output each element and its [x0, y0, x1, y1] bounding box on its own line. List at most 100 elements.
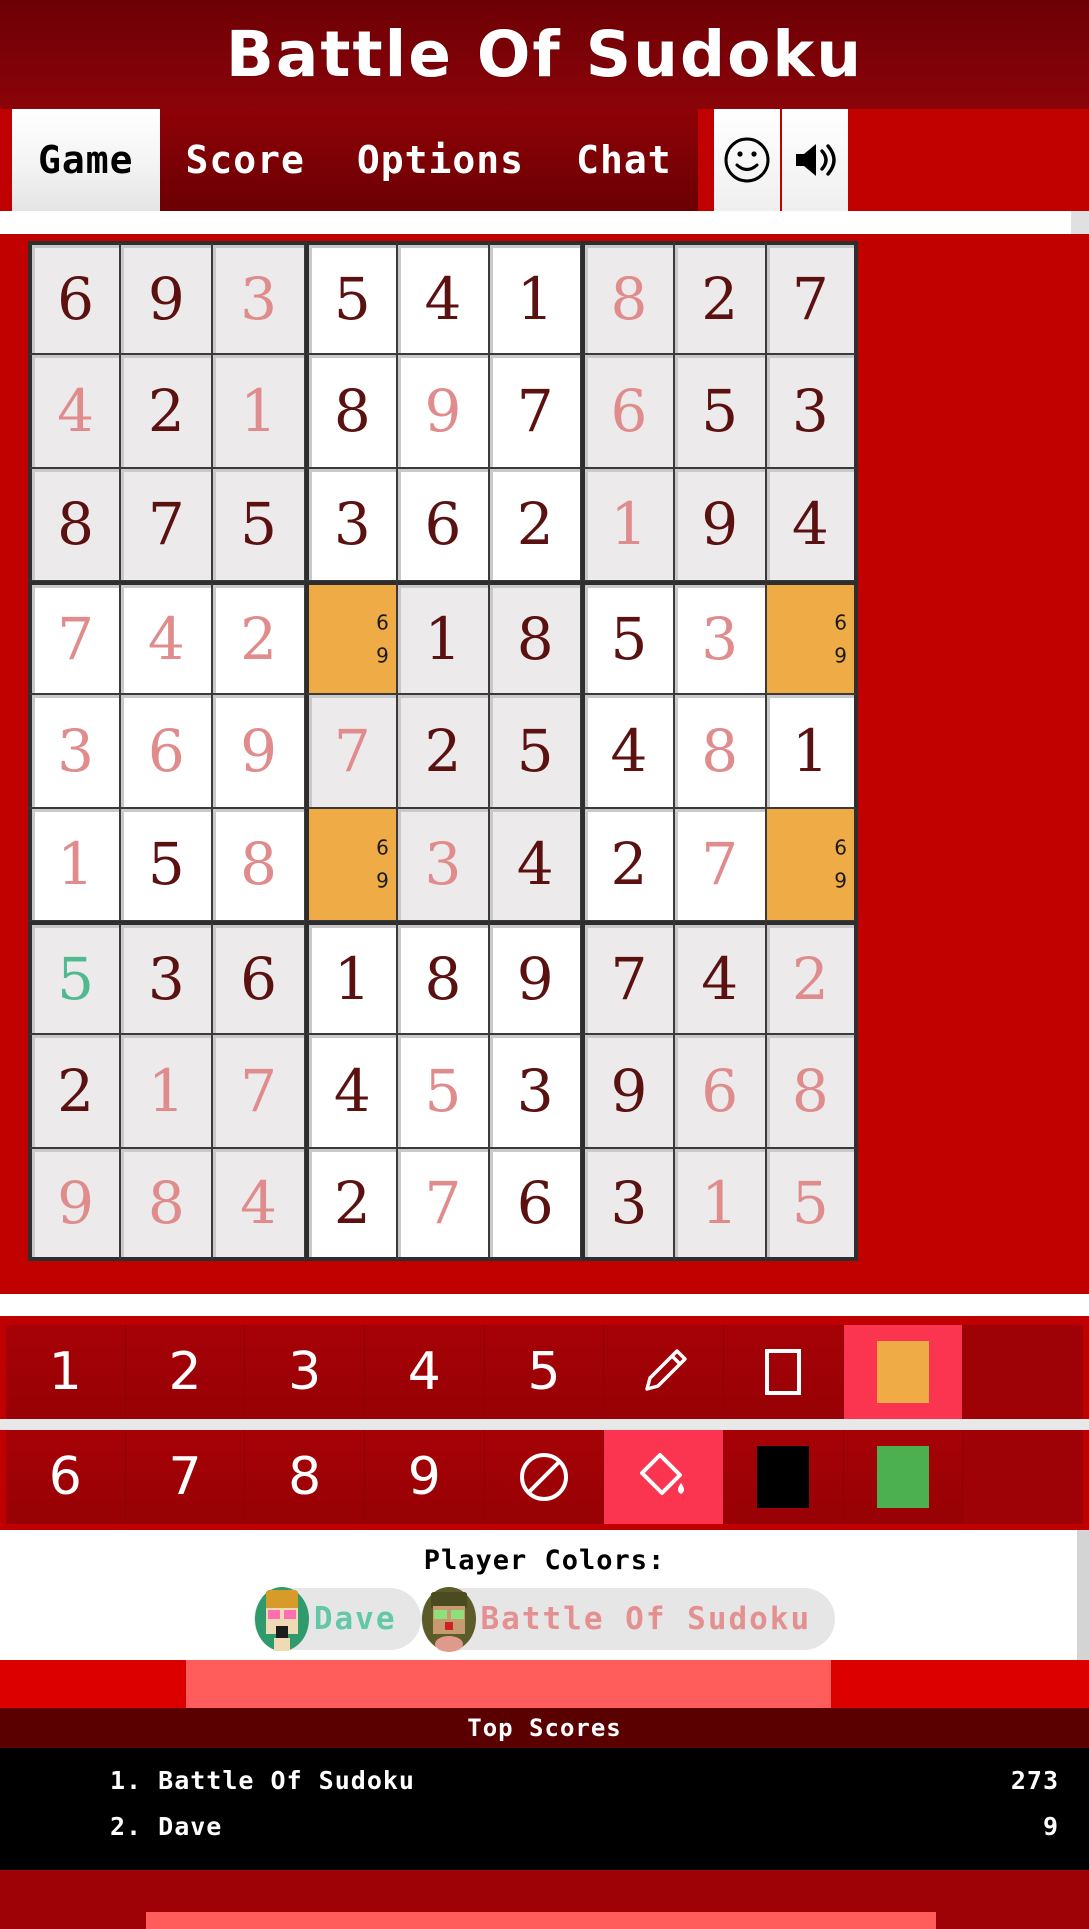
grid-cell-r5-c6[interactable]: 5: [489, 694, 582, 808]
pad-number-1[interactable]: 1: [6, 1325, 126, 1419]
grid-cell-r6-c5[interactable]: 3: [396, 807, 490, 921]
grid-cell-r6-c2[interactable]: 5: [120, 807, 213, 921]
grid-cell-r8-c3[interactable]: 7: [212, 1034, 305, 1148]
grid-cell-r9-c3[interactable]: 4: [212, 1147, 305, 1261]
grid-cell-r9-c1[interactable]: 9: [28, 1147, 121, 1261]
pad-number-2[interactable]: 2: [125, 1325, 246, 1419]
grid-cell-r1-c7[interactable]: 8: [581, 241, 674, 355]
pad-number-6[interactable]: 6: [6, 1430, 126, 1524]
grid-cell-r8-c8[interactable]: 6: [673, 1034, 766, 1148]
grid-cell-r4-c3[interactable]: 2: [212, 581, 305, 695]
tab-chat[interactable]: Chat: [550, 109, 698, 211]
grid-cell-r6-c9[interactable]: 69: [765, 807, 858, 921]
grid-cell-r1-c5[interactable]: 4: [396, 241, 490, 355]
player-chip-bos[interactable]: Battle Of Sudoku: [420, 1587, 836, 1652]
pad-number-3[interactable]: 3: [245, 1325, 365, 1419]
color-swatch-orange[interactable]: [843, 1325, 964, 1419]
grid-cell-r8-c2[interactable]: 1: [120, 1034, 213, 1148]
grid-cell-r5-c3[interactable]: 9: [212, 694, 305, 808]
grid-cell-r3-c2[interactable]: 7: [120, 467, 213, 581]
grid-cell-r7-c1[interactable]: 5: [28, 921, 121, 1035]
grid-cell-r1-c4[interactable]: 5: [304, 241, 397, 355]
grid-cell-r5-c2[interactable]: 6: [120, 694, 213, 808]
grid-cell-r4-c5[interactable]: 1: [396, 581, 490, 695]
number-pad-row-2[interactable]: 6789: [6, 1430, 1083, 1524]
grid-cell-r3-c5[interactable]: 6: [396, 467, 490, 581]
grid-cell-r2-c2[interactable]: 2: [120, 354, 213, 468]
tab-options[interactable]: Options: [330, 109, 551, 211]
tab-game[interactable]: Game: [12, 109, 160, 211]
grid-cell-r5-c8[interactable]: 8: [673, 694, 766, 808]
grid-cell-r9-c2[interactable]: 8: [120, 1147, 213, 1261]
paint-bucket-icon[interactable]: [604, 1430, 724, 1524]
grid-cell-r4-c1[interactable]: 7: [28, 581, 121, 695]
grid-cell-r5-c9[interactable]: 1: [765, 694, 858, 808]
grid-cell-r7-c2[interactable]: 3: [120, 921, 213, 1035]
grid-cell-r2-c7[interactable]: 6: [581, 354, 674, 468]
grid-cell-r6-c3[interactable]: 8: [212, 807, 305, 921]
erase-icon[interactable]: [484, 1430, 605, 1524]
grid-cell-r6-c6[interactable]: 4: [489, 807, 582, 921]
grid-cell-r3-c3[interactable]: 5: [212, 467, 305, 581]
grid-cell-r2-c5[interactable]: 9: [396, 354, 490, 468]
grid-cell-r9-c9[interactable]: 5: [765, 1147, 858, 1261]
grid-cell-r5-c1[interactable]: 3: [28, 694, 121, 808]
grid-cell-r4-c6[interactable]: 8: [489, 581, 582, 695]
grid-cell-r1-c2[interactable]: 9: [120, 241, 213, 355]
grid-cell-r8-c9[interactable]: 8: [765, 1034, 858, 1148]
grid-cell-r4-c8[interactable]: 3: [673, 581, 766, 695]
grid-cell-r2-c1[interactable]: 4: [28, 354, 121, 468]
grid-cell-r3-c1[interactable]: 8: [28, 467, 121, 581]
grid-cell-r1-c3[interactable]: 3: [212, 241, 305, 355]
sound-button[interactable]: [779, 109, 848, 211]
grid-cell-r1-c8[interactable]: 2: [673, 241, 766, 355]
pencil-icon[interactable]: [604, 1325, 724, 1419]
grid-cell-r3-c8[interactable]: 9: [673, 467, 766, 581]
grid-cell-r7-c7[interactable]: 7: [581, 921, 674, 1035]
grid-cell-r4-c4[interactable]: 69: [304, 581, 397, 695]
grid-cell-r4-c2[interactable]: 4: [120, 581, 213, 695]
pad-number-8[interactable]: 8: [245, 1430, 365, 1524]
grid-cell-r4-c9[interactable]: 69: [765, 581, 858, 695]
grid-cell-r5-c7[interactable]: 4: [581, 694, 674, 808]
grid-cell-r4-c7[interactable]: 5: [581, 581, 674, 695]
pad-number-4[interactable]: 4: [364, 1325, 485, 1419]
grid-cell-r1-c1[interactable]: 6: [28, 241, 121, 355]
grid-cell-r6-c4[interactable]: 69: [304, 807, 397, 921]
grid-cell-r6-c1[interactable]: 1: [28, 807, 121, 921]
grid-cell-r8-c6[interactable]: 3: [489, 1034, 582, 1148]
grid-cell-r6-c8[interactable]: 7: [673, 807, 766, 921]
sudoku-grid[interactable]: 6935418274218976538753621947426918536936…: [28, 241, 858, 1261]
grid-cell-r9-c6[interactable]: 6: [489, 1147, 582, 1261]
square-outline-icon[interactable]: [723, 1325, 844, 1419]
grid-cell-r8-c7[interactable]: 9: [581, 1034, 674, 1148]
grid-cell-r2-c8[interactable]: 5: [673, 354, 766, 468]
number-pad-row-1[interactable]: 12345: [6, 1325, 1083, 1419]
grid-cell-r8-c1[interactable]: 2: [28, 1034, 121, 1148]
grid-cell-r7-c6[interactable]: 9: [489, 921, 582, 1035]
color-swatch-black[interactable]: [723, 1430, 844, 1524]
scrollbar-track-lower[interactable]: [1077, 1530, 1089, 1660]
player-chip-dave[interactable]: Dave: [253, 1587, 421, 1651]
grid-cell-r2-c3[interactable]: 1: [212, 354, 305, 468]
grid-cell-r6-c7[interactable]: 2: [581, 807, 674, 921]
grid-cell-r8-c4[interactable]: 4: [304, 1034, 397, 1148]
tab-score[interactable]: Score: [159, 109, 331, 211]
grid-cell-r2-c4[interactable]: 8: [304, 354, 397, 468]
grid-cell-r8-c5[interactable]: 5: [396, 1034, 490, 1148]
pad-number-9[interactable]: 9: [364, 1430, 485, 1524]
grid-cell-r7-c8[interactable]: 4: [673, 921, 766, 1035]
grid-cell-r7-c4[interactable]: 1: [304, 921, 397, 1035]
grid-cell-r9-c8[interactable]: 1: [673, 1147, 766, 1261]
pad-number-5[interactable]: 5: [484, 1325, 605, 1419]
grid-cell-r3-c4[interactable]: 3: [304, 467, 397, 581]
grid-cell-r7-c3[interactable]: 6: [212, 921, 305, 1035]
grid-cell-r3-c9[interactable]: 4: [765, 467, 858, 581]
grid-cell-r3-c6[interactable]: 2: [489, 467, 582, 581]
grid-cell-r5-c4[interactable]: 7: [304, 694, 397, 808]
grid-cell-r9-c7[interactable]: 3: [581, 1147, 674, 1261]
grid-cell-r1-c9[interactable]: 7: [765, 241, 858, 355]
color-swatch-green[interactable]: [843, 1430, 964, 1524]
grid-cell-r1-c6[interactable]: 1: [489, 241, 582, 355]
grid-cell-r9-c5[interactable]: 7: [396, 1147, 490, 1261]
